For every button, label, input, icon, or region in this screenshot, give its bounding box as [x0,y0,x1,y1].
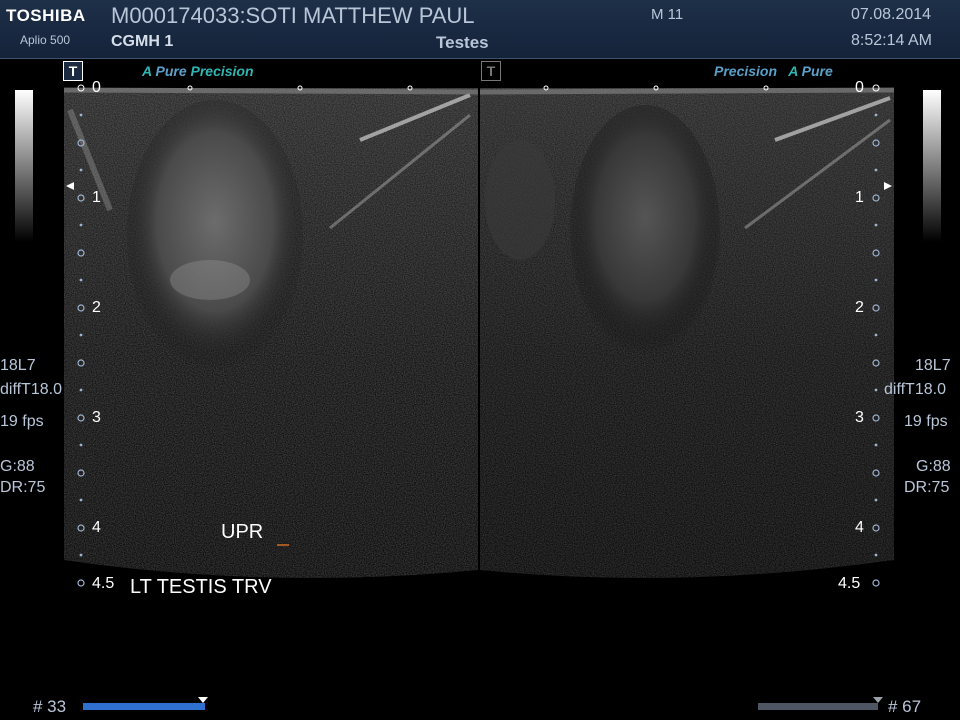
right-frame-number: # 67 [888,697,922,716]
grayscale-bar-right [923,90,941,242]
depth-label-0-left: 0 [92,79,101,96]
study-name: Testes [436,33,489,52]
left-filter: diffT18.0 [0,381,62,398]
ultrasound-image[interactable] [0,58,960,720]
right-processing-label: Precision A Pure [714,63,833,79]
right-apure-pure: Pure [801,63,833,79]
depth-label-2-right: 2 [855,299,864,316]
left-precision-label: Precision [190,63,254,79]
left-dynamic-range: DR:75 [0,479,46,496]
left-frame-number: # 33 [33,697,67,716]
left-processing-label: A Pure Precision [142,63,254,79]
depth-label-2-left: 2 [92,299,101,316]
right-dynamic-range: DR:75 [904,479,950,496]
depth-label-0-right: 0 [855,79,864,96]
depth-label-1-left: 1 [92,189,101,206]
right-fps: 19 fps [904,413,948,430]
right-precision-label: Precision [714,63,778,79]
orientation-annotation[interactable]: UPR [221,521,263,544]
left-fps: 19 fps [0,413,44,430]
mode-indicator: M 11 [651,6,684,23]
right-filter: diffT18.0 [884,381,946,398]
depth-label-4.5-right: 4.5 [838,575,861,592]
right-gain: G:88 [916,458,951,475]
cine-bar-left[interactable] [83,703,205,710]
left-apure-pure: Pure [155,63,187,79]
brand-logo: TOSHIBA [6,6,86,25]
grayscale-bar-left [15,90,33,242]
right-apure-a: A [788,63,798,79]
model-name: Aplio 500 [20,33,71,47]
caption-annotation[interactable]: LT TESTIS TRV [130,576,272,599]
right-pane-tag[interactable]: T [481,61,501,81]
header-bar: TOSHIBA Aplio 500 M000174033:SOTI MATTHE… [0,0,960,59]
exam-time: 8:52:14 AM [851,32,932,49]
right-image-pane [479,87,895,578]
depth-label-4-left: 4 [92,519,101,536]
depth-label-4.5-left: 4.5 [92,575,115,592]
depth-label-3-right: 3 [855,409,864,426]
right-probe: 18L7 [915,357,951,374]
institution-name: CGMH 1 [111,33,174,50]
left-pane-tag[interactable]: T [63,61,83,81]
left-apure-a: A [142,63,152,79]
depth-label-4-right: 4 [855,519,864,536]
left-image-pane [63,87,479,578]
left-gain: G:88 [0,458,35,475]
exam-date: 07.08.2014 [851,6,932,23]
depth-label-1-right: 1 [855,189,864,206]
left-probe: 18L7 [0,357,36,374]
cine-bar-right[interactable] [758,703,878,710]
depth-label-3-left: 3 [92,409,101,426]
patient-id-name: M000174033:SOTI MATTHEW PAUL [111,3,475,28]
